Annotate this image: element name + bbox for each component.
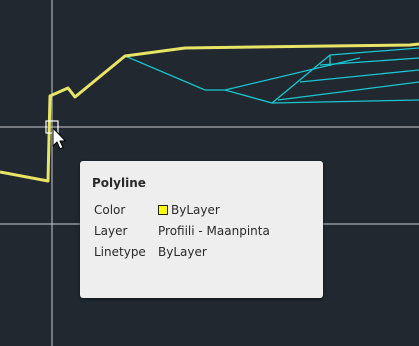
tooltip-value: ByLayer — [158, 203, 311, 217]
tooltip-row-linetype: Linetype ByLayer — [92, 241, 311, 262]
tooltip-value-text: ByLayer — [171, 202, 220, 217]
tooltip-value: ByLayer — [158, 245, 311, 259]
tooltip-key: Linetype — [94, 244, 146, 259]
cyan-line — [277, 81, 419, 101]
tooltip-key: Layer — [94, 223, 128, 238]
drawing-viewport[interactable]: Polyline Color ByLayer Layer Profiili - … — [0, 0, 419, 346]
tooltip-row-layer: Layer Profiili - Maanpinta — [92, 220, 311, 241]
mouse-pointer-icon — [52, 127, 66, 150]
tooltip-key: Color — [94, 202, 126, 217]
cyan-polyline-main — [124, 47, 419, 104]
tooltip-value-text: Profiili - Maanpinta — [158, 223, 270, 238]
tooltip-value: Profiili - Maanpinta — [158, 224, 311, 238]
tooltip-value-text: ByLayer — [158, 244, 207, 259]
tooltip-row-color: Color ByLayer — [92, 199, 311, 220]
color-swatch-icon — [158, 204, 168, 215]
cyan-line — [299, 69, 419, 83]
cyan-line — [271, 99, 419, 104]
tooltip-title: Polyline — [92, 176, 146, 190]
cyan-section-lines — [124, 47, 419, 104]
cyan-line — [319, 57, 419, 66]
rollover-tooltip: Polyline Color ByLayer Layer Profiili - … — [80, 161, 323, 298]
